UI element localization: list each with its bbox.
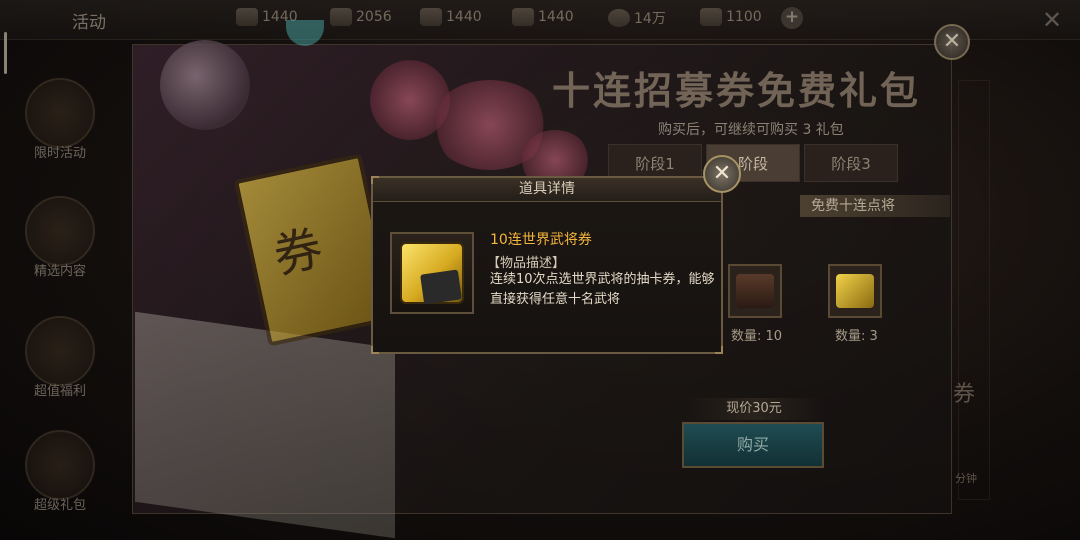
reward-slot-ticket[interactable] [828, 264, 882, 318]
panel-close-button[interactable]: ✕ [934, 24, 970, 60]
background-card-text: 券 [953, 382, 976, 407]
resource-value: 14万 [634, 11, 666, 27]
chest-icon [25, 196, 95, 266]
corner-ornament [371, 176, 379, 184]
resource-shield[interactable]: 1440 [420, 8, 482, 26]
dialog-close-button[interactable]: ✕ [703, 155, 741, 193]
chariot-icon [736, 274, 774, 308]
soldier-icon [236, 8, 258, 26]
sidebar-item-welfare[interactable]: 超值福利 [18, 316, 102, 399]
sidebar-item-label: 超值福利 [33, 384, 86, 399]
resource-value: 2056 [356, 9, 392, 25]
background-card-edge [958, 80, 990, 500]
buy-button[interactable]: 购买 [682, 422, 824, 468]
add-resource-button[interactable]: + [781, 7, 803, 29]
reward-quantity: 数量: 10 [731, 329, 783, 344]
panel-title: 十连招募券免费礼包 [552, 68, 922, 113]
sidebar-item-label: 精选内容 [33, 264, 86, 279]
chariot-icon [512, 8, 534, 26]
dialog-title: 道具详情 [373, 178, 721, 202]
price-label: 现价30元 [684, 398, 824, 420]
orb-decoration [286, 20, 324, 46]
game-screen: 活动 1440 2056 1440 1440 14万 1100 + ✕ 限时活动… [0, 0, 1080, 540]
top-bar-title: 活动 [72, 13, 106, 33]
ingot-icon [700, 8, 722, 26]
close-icon[interactable]: ✕ [1042, 6, 1062, 34]
panel-subtitle: 购买后，可继续可购买 3 礼包 [658, 122, 844, 138]
item-description-title: 【物品描述】 [487, 256, 566, 271]
treasure-chest-icon [25, 316, 95, 386]
recruit-ticket-icon [400, 242, 464, 305]
sidebar-item-limited-event[interactable]: 限时活动 [18, 78, 102, 161]
book-decoration [135, 311, 395, 539]
sidebar-item-label: 超级礼包 [33, 498, 86, 513]
coin-icon [608, 9, 630, 27]
moon-decoration [160, 40, 250, 130]
item-name: 10连世界武将券 [490, 232, 592, 248]
reward-slot-chariot[interactable] [728, 264, 782, 318]
gift-box-icon [25, 430, 95, 500]
corner-ornament [371, 346, 379, 354]
corner-ornament [715, 346, 723, 354]
reward-ribbon: 免费十连点将 [800, 195, 950, 217]
horse-icon [330, 8, 352, 26]
resource-chariot[interactable]: 1440 [512, 8, 574, 26]
sidebar-item-featured[interactable]: 精选内容 [18, 196, 102, 279]
resource-value: 1440 [538, 9, 574, 25]
sidebar-item-super-pack[interactable]: 超级礼包 [18, 430, 102, 513]
reward-quantity: 数量: 3 [835, 329, 878, 344]
background-card-subtext: 分钟 [955, 472, 977, 485]
item-icon-frame [390, 232, 474, 314]
shield-icon [420, 8, 442, 26]
owl-icon [25, 78, 95, 148]
top-bar: 活动 1440 2056 1440 1440 14万 1100 + ✕ [0, 0, 1080, 40]
tab-stage-3[interactable]: 阶段3 [804, 144, 898, 182]
resource-ingot[interactable]: 1100 [700, 8, 762, 26]
ticket-icon [836, 274, 874, 308]
item-description: 连续10次点选世界武将的抽卡券，能够直接获得任意十名武将 [490, 272, 715, 307]
resource-value: 1100 [726, 9, 762, 25]
sidebar: 限时活动 精选内容 超值福利 超级礼包 [0, 40, 120, 540]
sidebar-item-label: 限时活动 [33, 146, 86, 161]
resource-value: 1440 [446, 9, 482, 25]
resource-horse[interactable]: 2056 [330, 8, 392, 26]
resource-coin[interactable]: 14万 [608, 8, 666, 28]
